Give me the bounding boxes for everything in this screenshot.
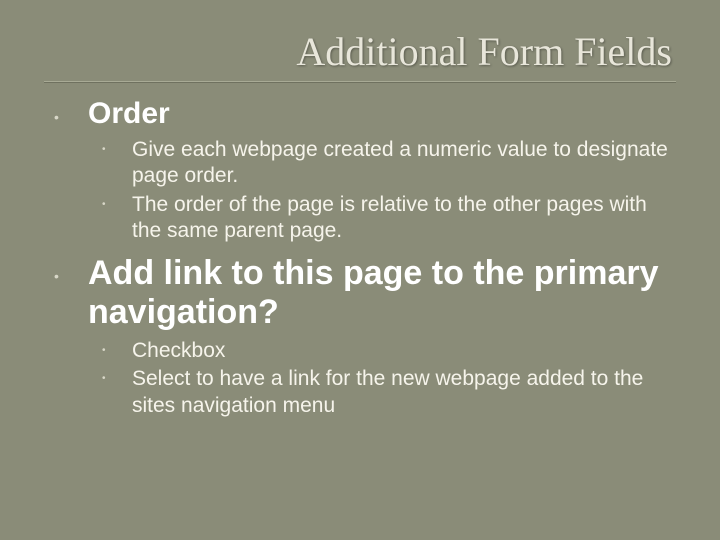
sub-list: • Give each webpage created a numeric va… xyxy=(88,137,676,244)
section-heading: Order xyxy=(88,97,676,131)
list-item-text: Checkbox xyxy=(132,339,225,362)
list-item: • Order • Give each webpage created a nu… xyxy=(48,97,676,244)
bullet-icon: • xyxy=(102,374,106,384)
list-item-text: Give each webpage created a numeric valu… xyxy=(132,138,668,187)
list-item-text: The order of the page is relative to the… xyxy=(132,193,647,242)
sub-list: • Checkbox • Select to have a link for t… xyxy=(88,338,676,419)
list-item-text: Select to have a link for the new webpag… xyxy=(132,367,643,416)
bullet-icon: • xyxy=(102,145,106,155)
bullet-icon: • xyxy=(102,200,106,210)
bullet-icon: • xyxy=(54,110,59,124)
list-item: • Give each webpage created a numeric va… xyxy=(88,137,676,190)
bullet-icon: • xyxy=(54,269,59,283)
list-item: • Add link to this page to the primary n… xyxy=(48,254,676,419)
section-heading: Add link to this page to the primary nav… xyxy=(88,254,676,332)
list-item: • The order of the page is relative to t… xyxy=(88,192,676,245)
slide-content: • Order • Give each webpage created a nu… xyxy=(44,97,676,419)
list-item: • Select to have a link for the new webp… xyxy=(88,366,676,419)
list-item: • Checkbox xyxy=(88,338,676,364)
slide-title: Additional Form Fields xyxy=(44,28,676,75)
slide: Additional Form Fields • Order • Give ea… xyxy=(0,0,720,540)
bullet-icon: • xyxy=(102,346,106,356)
title-rule xyxy=(44,81,676,83)
